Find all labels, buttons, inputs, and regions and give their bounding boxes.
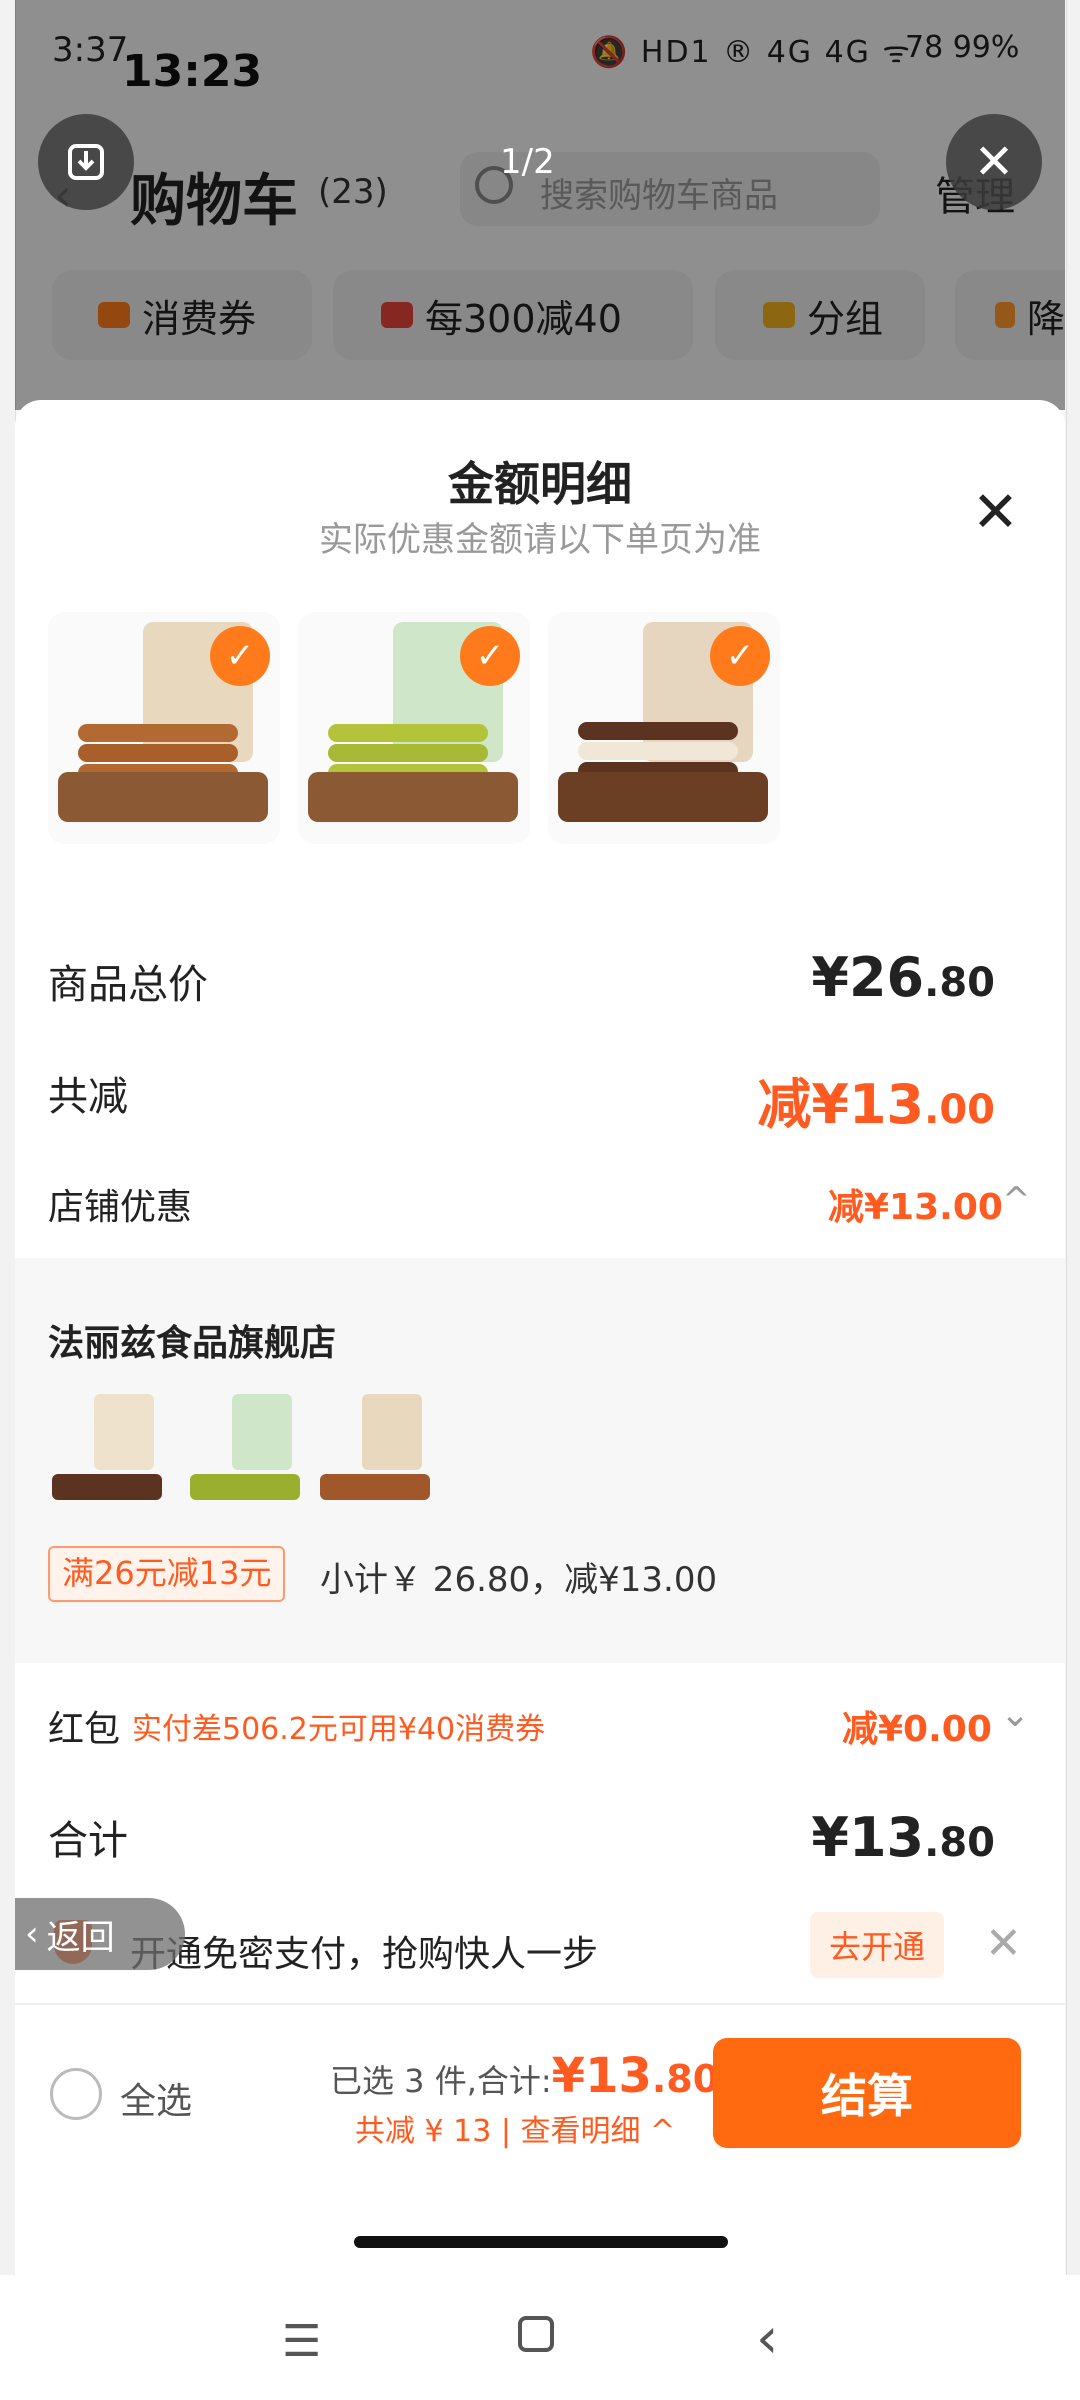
download-icon [68, 144, 104, 180]
menu-icon[interactable]: ☰ [282, 2316, 321, 2367]
download-button[interactable] [38, 114, 134, 210]
close-icon[interactable]: ✕ [985, 1918, 1022, 1969]
return-label: 返回 [46, 1917, 115, 1958]
viewer-close-button[interactable]: ✕ [946, 114, 1042, 210]
home-indicator[interactable] [354, 2236, 728, 2248]
open-button[interactable]: 去开通 [810, 1912, 944, 1978]
redbag-value[interactable]: 减¥0.00 [842, 1700, 992, 1752]
goods-total-value: ¥26.80 [811, 946, 995, 1009]
view-detail-link[interactable]: 共减 ¥ 13 | 查看明细 ^ [355, 2106, 675, 2150]
close-icon[interactable]: ✕ [972, 480, 1019, 545]
checkout-button[interactable]: 结算 [713, 2038, 1021, 2148]
sum-value: ¥13.80 [811, 1806, 995, 1869]
redbag-label: 红包 [48, 1709, 121, 1750]
home-icon[interactable] [516, 2312, 556, 2367]
chevron-up-icon[interactable]: ^ [1002, 1180, 1031, 1220]
check-icon[interactable]: ✓ [710, 626, 770, 686]
back-icon: ‹ [25, 1914, 39, 1954]
openpay-text: 开通免密支付，抢购快人一步 [130, 1934, 599, 1975]
store-product-thumb [48, 1390, 168, 1510]
sum-label: 合计 [48, 1818, 128, 1864]
store-discount-label: 店铺优惠 [48, 1187, 193, 1228]
sheet-subtitle: 实际优惠金额请以下单页为准 [319, 520, 761, 560]
store-discount-value[interactable]: 减¥13.00 [828, 1178, 1003, 1230]
page-indicator: 1/2 [500, 142, 555, 182]
select-all-label[interactable]: 全选 [120, 2072, 192, 2124]
store-name: 法丽兹食品旗舰店 [48, 1323, 337, 1364]
close-icon: ✕ [973, 134, 1015, 190]
sheet-title: 金额明细 [448, 457, 632, 511]
promo-tag: 满26元减13元 [48, 1546, 286, 1602]
store-product-thumb [316, 1390, 436, 1510]
return-button[interactable]: ‹ 返回 [15, 1898, 185, 1970]
store-subtotal: 小计￥ 26.80，减¥13.00 [320, 1560, 718, 1600]
total-reduce-value: 减¥13.00 [757, 1073, 995, 1136]
check-icon[interactable]: ✓ [460, 626, 520, 686]
store-product-thumb [186, 1390, 306, 1510]
dim-overlay [15, 0, 1065, 410]
goods-total-label: 商品总价 [48, 962, 208, 1008]
selected-summary: 已选 3 件,合计:¥13.80 [330, 2048, 720, 2104]
select-all-radio[interactable] [50, 2068, 102, 2120]
chevron-down-icon[interactable]: ⌄ [1000, 1694, 1030, 1735]
redbag-note: 实付差506.2元可用¥40消费券 [132, 1712, 546, 1747]
back-icon[interactable]: ‹ [756, 2306, 778, 2371]
total-reduce-label: 共减 [48, 1074, 128, 1120]
check-icon[interactable]: ✓ [210, 626, 270, 686]
